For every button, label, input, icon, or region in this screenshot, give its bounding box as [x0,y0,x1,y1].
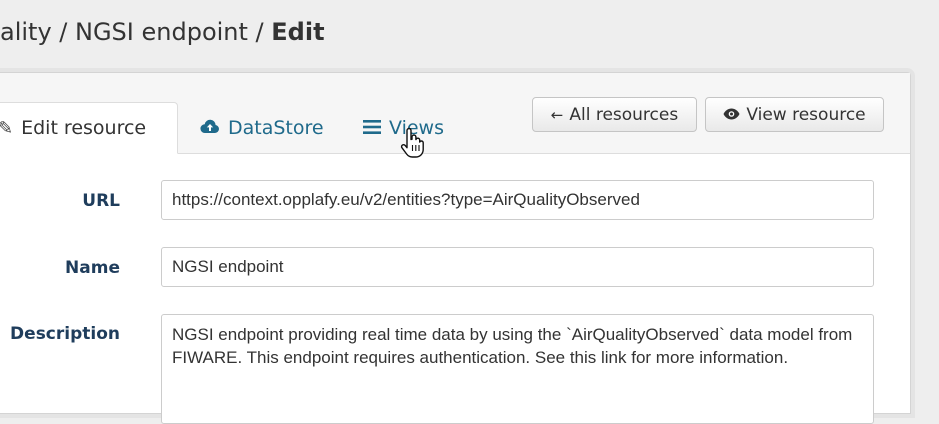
tab-datastore[interactable]: DataStore [200,102,324,154]
breadcrumb-path: ality / NGSI endpoint / [0,18,272,46]
description-label: Description [10,324,120,344]
description-textarea[interactable]: NGSI endpoint providing real time data b… [161,314,874,424]
tab-datastore-label: DataStore [228,117,324,139]
hand-pointer-cursor-icon [400,126,426,158]
url-input[interactable]: https://context.opplafy.eu/v2/entities?t… [161,180,874,220]
cloud-upload-icon [200,118,220,139]
resource-edit-panel: ✎ Edit resource DataStore Views ← All re… [0,72,911,424]
eye-icon [723,106,740,124]
url-label: URL [82,191,120,211]
tab-edit-resource-label: Edit resource [21,117,147,139]
page-title: ality / NGSI endpoint / Edit [0,18,325,46]
name-input[interactable]: NGSI endpoint [161,247,874,287]
view-resource-label: View resource [746,104,866,125]
all-resources-label: All resources [569,104,679,125]
arrow-left-icon: ← [550,105,564,124]
all-resources-button[interactable]: ← All resources [532,97,697,132]
view-resource-button[interactable]: View resource [705,97,884,132]
tab-edit-resource[interactable]: ✎ Edit resource [0,102,178,154]
edit-icon: ✎ [0,117,14,139]
breadcrumb-current: Edit [271,18,325,46]
name-label: Name [65,258,120,278]
list-icon [363,118,381,139]
